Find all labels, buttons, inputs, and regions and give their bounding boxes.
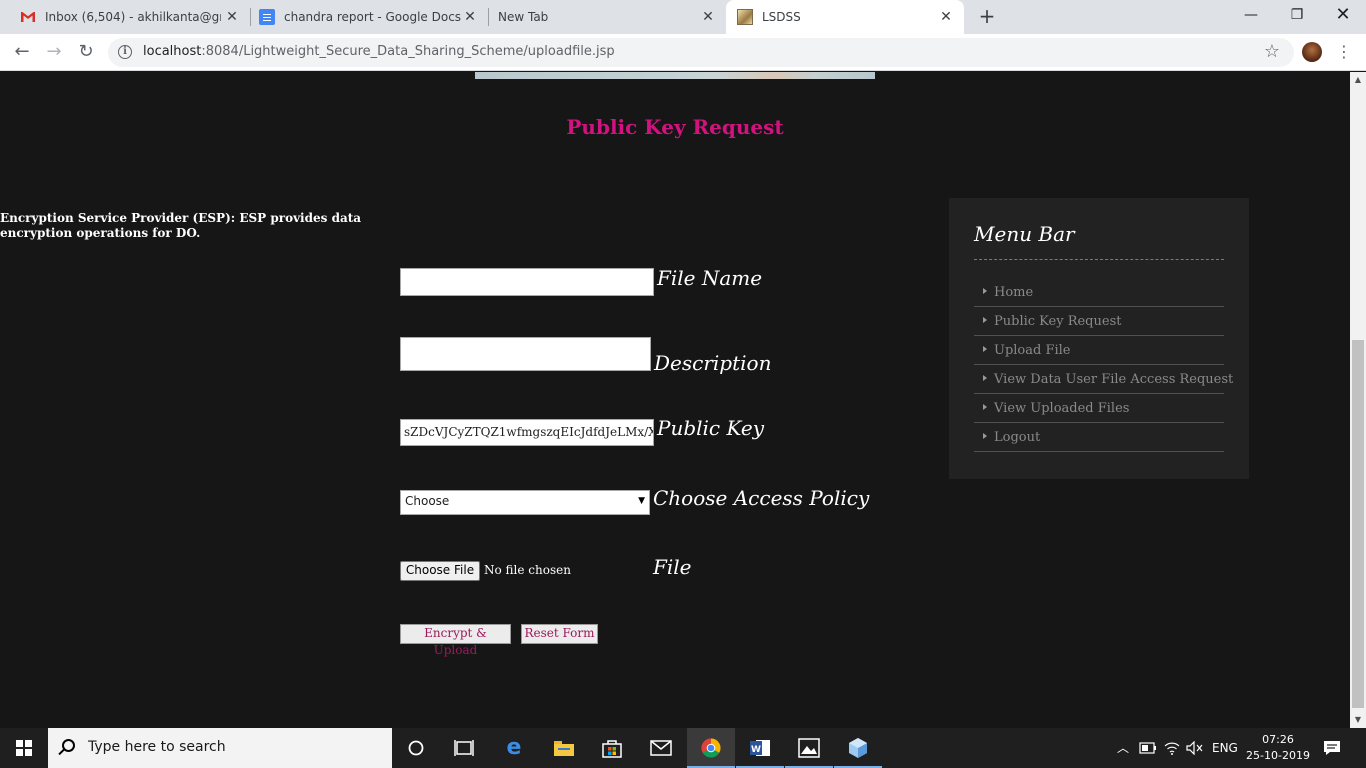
choose-file-button[interactable]: Choose File bbox=[400, 561, 480, 581]
tab-google-docs[interactable]: chandra report - Google Docs ✕ bbox=[250, 0, 488, 34]
bullet-icon bbox=[983, 404, 987, 410]
menu-item-view-uploaded-files[interactable]: View Uploaded Files bbox=[974, 394, 1224, 423]
word-icon[interactable]: W bbox=[736, 728, 784, 768]
description-label: Description bbox=[654, 351, 772, 375]
menu-item-upload-file[interactable]: Upload File bbox=[974, 336, 1224, 365]
url-text: localhost:8084/Lightweight_Secure_Data_S… bbox=[143, 44, 615, 59]
task-view-icon[interactable] bbox=[440, 728, 488, 768]
intro-text: Encryption Service Provider (ESP): ESP p… bbox=[0, 211, 362, 240]
clock-date: 25-10-2019 bbox=[1246, 749, 1310, 762]
docs-icon bbox=[259, 9, 275, 25]
tab-strip: Inbox (6,504) - akhilkanta@gmail.com ✕ c… bbox=[0, 0, 1366, 34]
access-policy-selected: Choose bbox=[405, 494, 450, 508]
search-icon bbox=[62, 739, 75, 752]
close-tab-icon[interactable]: ✕ bbox=[462, 9, 478, 25]
reload-icon[interactable]: ↻ bbox=[74, 40, 98, 64]
reset-form-button[interactable]: Reset Form bbox=[521, 624, 598, 644]
back-arrow-icon[interactable]: ← bbox=[10, 40, 34, 64]
public-key-label: Public Key bbox=[657, 416, 765, 440]
photos-icon[interactable] bbox=[785, 728, 833, 768]
menu-item-view-access-request[interactable]: View Data User File Access Request bbox=[974, 365, 1233, 394]
file-explorer-icon[interactable] bbox=[540, 728, 588, 768]
menu-item-logout[interactable]: Logout bbox=[974, 423, 1224, 452]
system-clock[interactable]: 07:26 25-10-2019 bbox=[1246, 732, 1310, 764]
public-key-input[interactable]: sZDcVJCyZTQZ1wfmgszqEIcJdfdJeLMx/Xv2N bbox=[400, 419, 654, 446]
profile-avatar[interactable] bbox=[1302, 42, 1322, 62]
file-name-input[interactable] bbox=[400, 268, 654, 296]
bullet-icon bbox=[983, 317, 987, 323]
menu-item-public-key-request[interactable]: Public Key Request bbox=[974, 307, 1224, 336]
close-tab-icon[interactable]: ✕ bbox=[224, 9, 240, 25]
start-button[interactable] bbox=[0, 728, 48, 768]
tab-lsdss[interactable]: LSDSS ✕ bbox=[726, 0, 964, 34]
browser-toolbar: ← → ↻ i localhost:8084/Lightweight_Secur… bbox=[0, 34, 1366, 71]
windows-logo-icon bbox=[16, 740, 32, 756]
windows-taskbar: Type here to search e W ︿ ENG 07:26 25-1… bbox=[0, 728, 1366, 768]
clock-time: 07:26 bbox=[1262, 733, 1294, 746]
info-icon[interactable]: i bbox=[118, 45, 132, 59]
bullet-icon bbox=[983, 433, 987, 439]
menu-kebab-icon[interactable]: ⋮ bbox=[1334, 41, 1354, 63]
mail-icon[interactable] bbox=[637, 728, 685, 768]
access-policy-select[interactable]: Choose ▼ bbox=[400, 490, 650, 515]
bookmark-star-icon[interactable]: ☆ bbox=[1264, 41, 1280, 62]
address-bar[interactable]: i localhost:8084/Lightweight_Secure_Data… bbox=[108, 38, 1294, 67]
menu-item-home[interactable]: Home bbox=[974, 278, 1224, 307]
close-tab-icon[interactable]: ✕ bbox=[938, 9, 954, 25]
tab-new-tab[interactable]: New Tab ✕ bbox=[488, 0, 726, 34]
chrome-icon[interactable] bbox=[687, 728, 735, 768]
bullet-icon bbox=[983, 346, 987, 352]
store-icon[interactable] bbox=[588, 728, 636, 768]
access-policy-label: Choose Access Policy bbox=[653, 486, 870, 510]
menu-bar-sidebar: Menu Bar Home Public Key Request Upload … bbox=[949, 198, 1249, 479]
page-title: Public Key Request bbox=[566, 115, 784, 139]
file-status-text: No file chosen bbox=[484, 563, 571, 577]
close-window-icon[interactable]: ✕ bbox=[1320, 0, 1366, 30]
svg-text:W: W bbox=[751, 745, 761, 755]
scroll-up-arrow-icon[interactable]: ▲ bbox=[1350, 72, 1366, 88]
bullet-icon bbox=[983, 288, 987, 294]
tab-gmail[interactable]: Inbox (6,504) - akhilkanta@gmail.com ✕ bbox=[0, 0, 250, 34]
header-banner-image bbox=[475, 72, 875, 79]
vertical-scrollbar[interactable]: ▲ ▼ bbox=[1350, 72, 1366, 728]
close-tab-icon[interactable]: ✕ bbox=[700, 9, 716, 25]
3d-viewer-icon[interactable] bbox=[834, 728, 882, 768]
file-label: File bbox=[653, 555, 692, 579]
edge-browser-icon[interactable]: e bbox=[490, 728, 538, 768]
show-hidden-icons-chevron-icon[interactable]: ︿ bbox=[1115, 728, 1131, 768]
new-tab-plus-icon[interactable]: + bbox=[976, 5, 998, 27]
file-name-label: File Name bbox=[657, 266, 763, 290]
lsdss-icon bbox=[737, 9, 753, 25]
scroll-thumb[interactable] bbox=[1352, 340, 1364, 708]
forward-arrow-icon[interactable]: → bbox=[42, 40, 66, 64]
encrypt-upload-button[interactable]: Encrypt & Upload bbox=[400, 624, 511, 657]
description-textarea[interactable] bbox=[400, 337, 651, 371]
gmail-icon bbox=[20, 9, 36, 25]
minimize-icon[interactable]: — bbox=[1228, 0, 1274, 30]
cortana-icon[interactable] bbox=[392, 728, 440, 768]
language-indicator[interactable]: ENG bbox=[1212, 728, 1238, 768]
restore-icon[interactable]: ❐ bbox=[1274, 0, 1320, 30]
scroll-down-arrow-icon[interactable]: ▼ bbox=[1350, 712, 1366, 728]
dropdown-caret-icon: ▼ bbox=[638, 496, 645, 506]
bullet-icon bbox=[983, 375, 987, 381]
page-content: Public Key Request Encryption Service Pr… bbox=[0, 72, 1350, 728]
sidebar-divider bbox=[974, 259, 1224, 260]
taskbar-search-box[interactable]: Type here to search bbox=[48, 728, 392, 768]
sidebar-title: Menu Bar bbox=[974, 222, 1075, 246]
